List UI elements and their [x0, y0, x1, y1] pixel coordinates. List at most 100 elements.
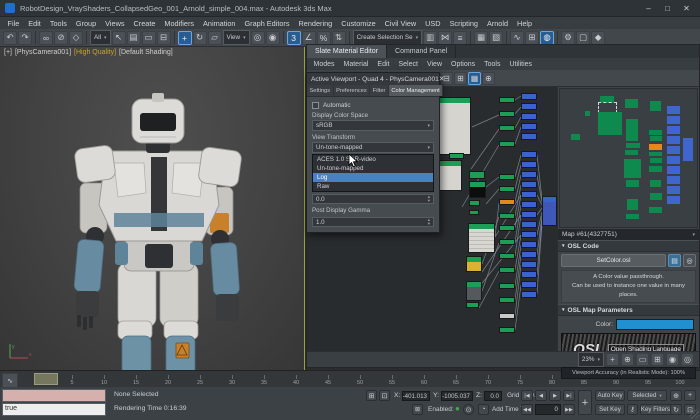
select-and-manipulate-icon[interactable]: ◉: [266, 31, 280, 45]
select-object-icon[interactable]: ↖: [112, 31, 126, 45]
menu-scripting[interactable]: Scripting: [445, 19, 482, 28]
spinner-arrows-icon[interactable]: ▴▾: [428, 218, 430, 226]
material-node[interactable]: [521, 221, 537, 228]
color-swatch[interactable]: [616, 319, 694, 330]
material-node[interactable]: [499, 199, 515, 205]
menu-create[interactable]: Create: [129, 19, 160, 28]
osl-map-parameters-rollout[interactable]: ▾ OSL Map Parameters: [558, 304, 699, 316]
use-pivot-center-icon[interactable]: ◎: [251, 31, 265, 45]
next-key-icon[interactable]: ▶▶: [563, 404, 575, 415]
dialog-tab-color-management[interactable]: Color Management: [389, 85, 443, 96]
material-node[interactable]: [521, 211, 537, 218]
go-to-start-icon[interactable]: |◀: [521, 390, 533, 401]
edit-named-selections-icon[interactable]: ▥: [423, 31, 437, 45]
sme-layout-horizontal-icon[interactable]: ⊞: [454, 72, 467, 85]
sme-pan-icon[interactable]: +: [606, 353, 619, 366]
menu-arnold[interactable]: Arnold: [482, 19, 512, 28]
material-node[interactable]: [521, 123, 537, 130]
select-and-move-icon[interactable]: +: [178, 31, 192, 45]
material-node[interactable]: [469, 200, 480, 206]
camera-viewport[interactable]: [+] [PhysCamera001] [High Quality] [Defa…: [0, 47, 305, 370]
current-frame-field[interactable]: 0: [535, 404, 561, 415]
z-coordinate-field[interactable]: 0.0: [484, 391, 502, 401]
material-node[interactable]: [499, 253, 515, 259]
sme-tab-slate-material-editor[interactable]: Slate Material Editor: [307, 45, 387, 58]
material-node[interactable]: [521, 291, 537, 298]
material-node[interactable]: [521, 171, 537, 178]
render-production-icon[interactable]: ◆: [591, 31, 605, 45]
material-node[interactable]: [521, 151, 537, 158]
angle-snap-icon[interactable]: ∠: [302, 31, 316, 45]
material-node[interactable]: [499, 186, 515, 192]
sme-menu-options[interactable]: Options: [447, 61, 480, 68]
create-key-button[interactable]: +: [578, 390, 592, 415]
viewport-shading-label[interactable]: [Default Shading]: [119, 49, 173, 56]
dialog-tab-settings[interactable]: Settings: [307, 85, 334, 96]
unlink-selection-icon[interactable]: ⊘: [54, 31, 68, 45]
viewport-menu-plus[interactable]: [+]: [4, 49, 12, 56]
material-node[interactable]: [521, 281, 537, 288]
dialog-close-icon[interactable]: ✕: [439, 75, 445, 83]
snaps-toggle-icon[interactable]: 3: [287, 31, 301, 45]
time-slider-handle[interactable]: [34, 373, 58, 385]
dropdown-option-log[interactable]: Log: [313, 173, 433, 182]
sme-layout-all-icon[interactable]: ▦: [468, 72, 481, 85]
close-button[interactable]: ✕: [678, 2, 695, 15]
spinner-snap-icon[interactable]: ⇅: [332, 31, 346, 45]
maxscript-mini-listener-white[interactable]: true: [2, 403, 106, 416]
material-node[interactable]: [521, 261, 537, 268]
clock-icon[interactable]: ◔: [478, 404, 489, 415]
maximize-button[interactable]: □: [659, 2, 676, 15]
undo-icon[interactable]: ↶: [3, 31, 17, 45]
dialog-tab-preferences[interactable]: Preferences: [334, 85, 371, 96]
menu-rendering[interactable]: Rendering: [294, 19, 337, 28]
set-key-button[interactable]: Set Key: [595, 404, 625, 415]
pan-icon[interactable]: +: [684, 390, 696, 401]
sme-navigator[interactable]: [559, 88, 698, 228]
material-node[interactable]: [499, 174, 515, 180]
material-node[interactable]: [469, 181, 486, 198]
sme-pan-to-selected-icon[interactable]: ◎: [681, 353, 694, 366]
sme-menu-material[interactable]: Material: [339, 61, 373, 68]
dropdown-option-aces-1-0-sdr-video[interactable]: ACES 1.0 SDR-video: [313, 155, 433, 164]
chevron-down-icon[interactable]: ▾: [692, 232, 695, 238]
menu-animation[interactable]: Animation: [199, 19, 240, 28]
material-node[interactable]: [499, 141, 515, 147]
mirror-icon[interactable]: ⋈: [438, 31, 452, 45]
material-node[interactable]: [521, 181, 537, 188]
maxscript-mini-listener-pink[interactable]: [2, 389, 106, 402]
menu-civil-view[interactable]: Civil View: [380, 19, 421, 28]
automatic-checkbox-row[interactable]: Automatic: [312, 100, 434, 111]
sme-zoom-selected-icon[interactable]: ◉: [666, 353, 679, 366]
material-node[interactable]: [521, 93, 537, 100]
menu-tools[interactable]: Tools: [45, 19, 71, 28]
selected-dropdown[interactable]: Selected ▾: [627, 390, 667, 401]
material-node[interactable]: [466, 256, 482, 272]
sme-menu-modes[interactable]: Modes: [309, 61, 339, 68]
sme-menu-tools[interactable]: Tools: [480, 61, 505, 68]
material-node[interactable]: [499, 327, 515, 333]
select-and-scale-icon[interactable]: ▱: [208, 31, 222, 45]
curve-editor-icon[interactable]: ∿: [510, 31, 524, 45]
material-node[interactable]: [521, 133, 537, 140]
auto-key-button[interactable]: Auto Key: [595, 390, 625, 401]
material-editor-icon[interactable]: ◍: [540, 31, 554, 45]
material-node[interactable]: [449, 153, 464, 159]
align-icon[interactable]: ≡: [453, 31, 467, 45]
menu-graph-editors[interactable]: Graph Editors: [240, 19, 294, 28]
material-node[interactable]: [499, 213, 515, 219]
select-and-rotate-icon[interactable]: ↻: [193, 31, 207, 45]
osl-code-rollout[interactable]: ▾ OSL Code: [558, 240, 699, 252]
redo-icon[interactable]: ↷: [18, 31, 32, 45]
percent-snap-icon[interactable]: %: [317, 31, 331, 45]
material-node[interactable]: [499, 313, 515, 319]
selection-filter-dropdown[interactable]: All▾: [90, 30, 111, 45]
material-node[interactable]: [542, 196, 557, 226]
material-node[interactable]: [521, 251, 537, 258]
play-animation-icon[interactable]: ▶: [549, 390, 561, 401]
spinner-arrows-icon[interactable]: ▴▾: [428, 195, 430, 203]
dropdown-option-raw[interactable]: Raw: [313, 182, 433, 191]
material-node[interactable]: [521, 113, 537, 120]
menu-views[interactable]: Views: [101, 19, 129, 28]
material-node[interactable]: [469, 171, 485, 179]
